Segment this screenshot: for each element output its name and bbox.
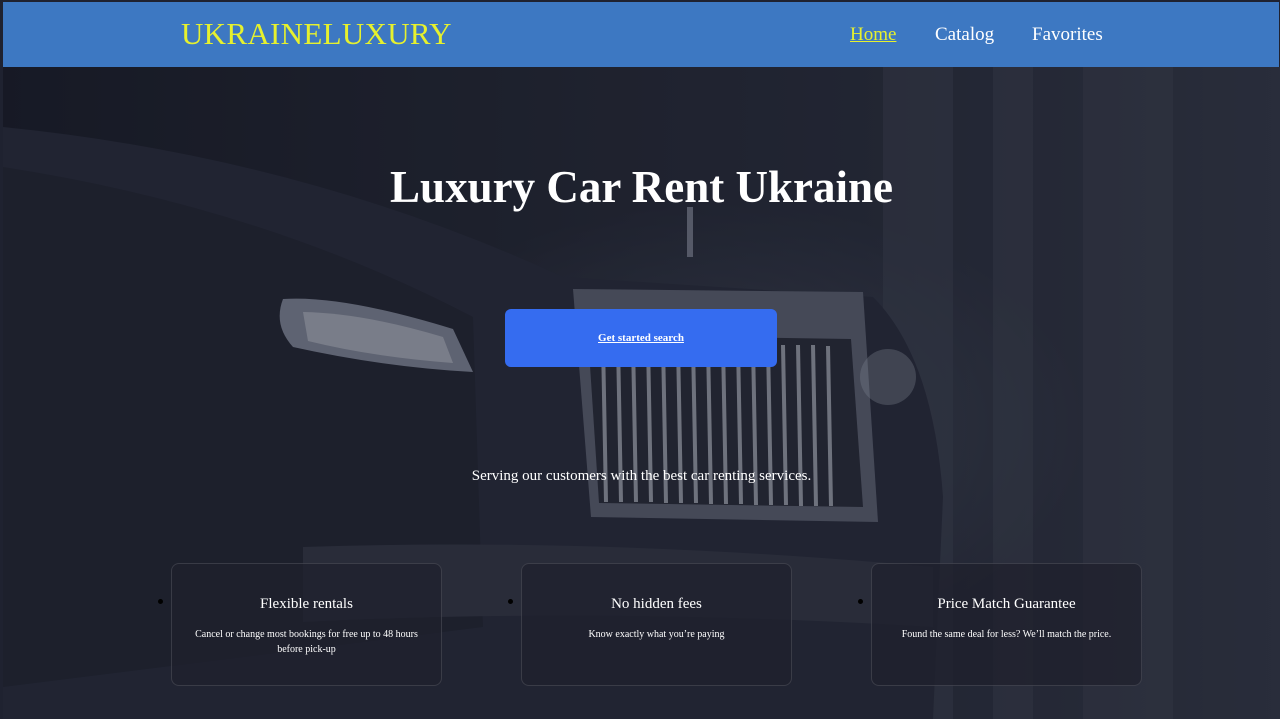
nav-catalog-link[interactable]: Catalog xyxy=(935,24,994,46)
feature-title: Price Match Guarantee xyxy=(937,596,1076,612)
feature-description: Know exactly what you’re paying xyxy=(588,629,725,640)
feature-card: No hidden fees Know exactly what you’re … xyxy=(508,563,792,686)
hero-section: Luxury Car Rent Ukraine Get started sear… xyxy=(3,67,1280,719)
feature-description: Cancel or change most bookings for free … xyxy=(195,629,418,655)
get-started-search-button[interactable]: Get started search xyxy=(505,309,777,367)
site-header: UKRAINELUXURY Home Catalog Favorites xyxy=(3,2,1279,67)
nav-home-link[interactable]: Home xyxy=(850,24,896,46)
feature-card: Price Match Guarantee Found the same dea… xyxy=(858,563,1142,686)
feature-title: Flexible rentals xyxy=(260,596,353,612)
bullet-icon xyxy=(508,599,513,604)
bullet-icon xyxy=(858,599,863,604)
feature-description: Found the same deal for less? We’ll matc… xyxy=(901,629,1112,640)
hero-tagline: Serving our customers with the best car … xyxy=(471,468,812,484)
feature-title: No hidden fees xyxy=(611,596,702,612)
nav-favorites-link[interactable]: Favorites xyxy=(1032,24,1103,46)
site-logo[interactable]: UKRAINELUXURY xyxy=(181,16,452,52)
hero-title: Luxury Car Rent Ukraine xyxy=(390,162,893,212)
bullet-icon xyxy=(158,599,163,604)
feature-card: Flexible rentals Cancel or change most b… xyxy=(158,563,442,686)
